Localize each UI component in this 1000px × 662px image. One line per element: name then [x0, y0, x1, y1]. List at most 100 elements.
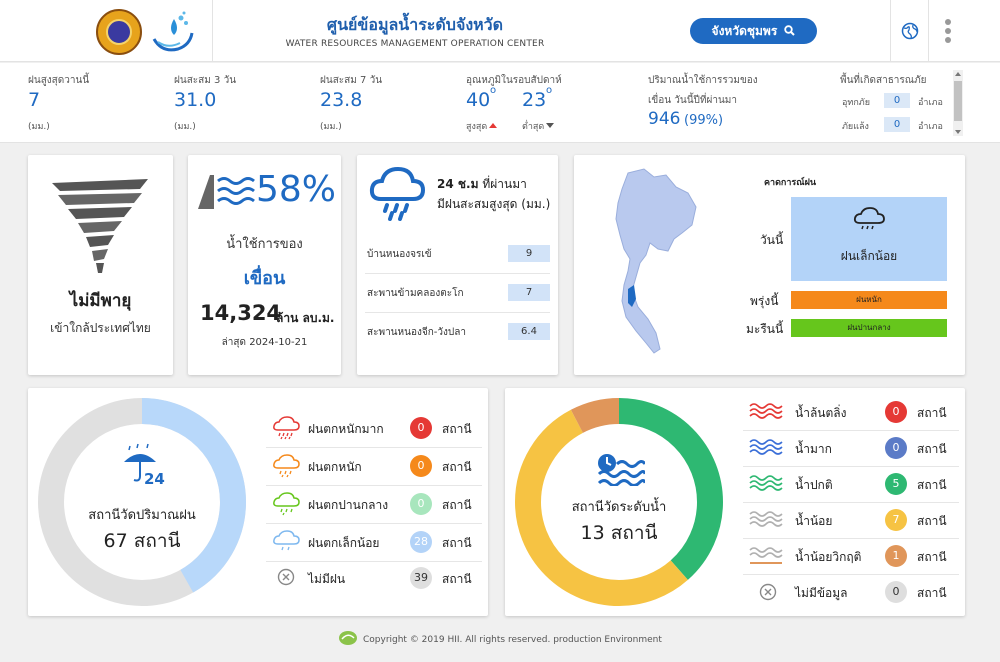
stats-scrollbar[interactable] — [953, 70, 963, 136]
water-station-center-label: สถานีวัดระดับน้ำ — [571, 500, 667, 515]
legend-label: ฝนตกหนัก — [308, 460, 362, 474]
rain-station-name: สะพานหนองจีก-วังปลา — [367, 327, 466, 338]
language-globe-button[interactable] — [890, 0, 928, 62]
legend-label: น้ำมาก — [795, 442, 832, 456]
legend-unit: สถานี — [917, 586, 947, 600]
legend-label: ไม่มีข้อมูล — [795, 586, 848, 600]
rain-24h-title2: มีฝนสะสมสูงสุด (มม.) — [437, 197, 551, 211]
province-search-button[interactable]: จังหวัดชุมพร — [690, 18, 817, 44]
legend-unit: สถานี — [917, 550, 947, 564]
dam-wave-icon — [198, 175, 255, 209]
legend-label: น้ำปกติ — [795, 478, 833, 492]
more-menu-button[interactable] — [928, 0, 968, 62]
rain-yesterday-unit: (มม.) — [28, 122, 50, 132]
water-station-center-value: 13 สถานี — [580, 522, 658, 544]
storm-status: ไม่มีพายุ — [69, 291, 132, 311]
legend-label: ฝนตกหนักมาก — [308, 422, 384, 436]
legend-count: 1 — [885, 545, 907, 567]
dam-line2: เขื่อน — [243, 268, 286, 289]
page-title: ศูนย์ข้อมูลน้ำระดับจังหวัด — [326, 15, 504, 34]
header: ศูนย์ข้อมูลน้ำระดับจังหวัด WATER RESOURC… — [0, 0, 1000, 62]
rain-24h-title: 24 ช.ม ที่ผ่านมา — [437, 177, 527, 191]
light-rain-icon — [273, 530, 300, 551]
search-icon — [784, 25, 796, 36]
legend-count: 5 — [885, 473, 907, 495]
dam-volume-label1: ปริมาณน้ำใช้การรวมของ — [648, 75, 758, 86]
forecast-title: คาดการณ์ฝน — [764, 178, 817, 188]
globe-icon — [901, 22, 919, 40]
rain-station-card: 24 สถานีวัดปริมาณฝน 67 สถานี ฝนตกหนักมาก… — [28, 388, 488, 616]
forecast-today-box: ฝนเล็กน้อย — [791, 197, 947, 281]
temp-min-label: ต่ำสุด — [522, 119, 555, 133]
legend-unit: สถานี — [917, 514, 947, 528]
legend-count: 0 — [885, 437, 907, 459]
legend-count: 0 — [410, 455, 432, 477]
normal-wave-icon — [749, 475, 783, 491]
dam-volume-percent: (99%) — [684, 113, 724, 128]
footer-text: Copyright © 2019 HII. All rights reserve… — [362, 635, 662, 645]
storm-card: ไม่มีพายุ เข้าใกล้ประเทศไทย — [28, 155, 173, 375]
dam-volume-label2: เขื่อน วันนี้ปีที่ผ่านมา — [648, 95, 738, 106]
forecast-after-value: ฝนปานกลาง — [791, 319, 947, 337]
legend-unit: สถานี — [917, 478, 947, 492]
rain-icon — [273, 454, 300, 478]
cloud-rain-icon — [853, 207, 885, 230]
legend-unit: สถานี — [442, 498, 472, 512]
rain-24h-card: 24 ช.ม ที่ผ่านมา มีฝนสะสมสูงสุด (มม.) บ้… — [357, 155, 558, 375]
rain-station-center-value: 67 สถานี — [103, 530, 181, 552]
footer: Copyright © 2019 HII. All rights reserve… — [0, 630, 1000, 646]
rain-station-donut[interactable] — [36, 396, 248, 608]
cloud-rain-icon — [369, 166, 425, 221]
dam-volume-value: 946 — [648, 109, 681, 129]
rain-station-value: 7 — [508, 284, 550, 301]
rain-yesterday-value: 7 — [28, 89, 41, 111]
critical-low-wave-icon — [749, 547, 783, 564]
rain-station-name: บ้านหนองจรเข้ — [367, 249, 432, 260]
legend-unit: สถานี — [442, 536, 472, 550]
dam-updated: ล่าสุด 2024-10-21 — [221, 337, 308, 348]
legend-label: น้ำน้อยวิกฤติ — [795, 550, 862, 564]
legend-count: 0 — [410, 417, 432, 439]
rain-station-name: สะพานข้ามคลองตะโก — [367, 288, 464, 299]
heavy-rain-icon — [273, 416, 300, 440]
dam-amount: 14,324 — [200, 301, 282, 325]
overflow-wave-icon — [749, 403, 783, 419]
rain-3d-value: 31.0 — [174, 89, 217, 111]
temp-max-degree: o — [490, 85, 497, 96]
forecast-tomorrow-label: พรุ่งนี้ — [750, 294, 779, 308]
legend-label: ฝนตกเล็กน้อย — [308, 536, 380, 550]
water-center-logo — [148, 9, 194, 55]
province-seal-logo — [96, 9, 142, 55]
legend-unit: สถานี — [917, 406, 947, 420]
water-level-clock-icon — [597, 454, 645, 486]
legend-label: ไม่มีฝน — [308, 572, 346, 586]
legend-unit: สถานี — [442, 460, 472, 474]
legend-count: 28 — [410, 531, 432, 553]
legend-count: 7 — [885, 509, 907, 531]
legend-label: น้ำน้อย — [795, 514, 833, 528]
flood-label: อุทกภัย — [842, 98, 870, 108]
no-data-icon — [759, 583, 777, 601]
rain-7d-label: ฝนสะสม 7 วัน — [320, 75, 383, 86]
forecast-after-label: มะรืนนี้ — [746, 322, 784, 336]
rain-7d-value: 23.8 — [320, 89, 363, 111]
dam-amount-unit: ล้าน ลบ.ม. — [276, 311, 335, 325]
legend-unit: สถานี — [442, 422, 472, 436]
rain-3d-label: ฝนสะสม 3 วัน — [174, 75, 237, 86]
stats-bar: ฝนสูงสุดวานนี้ 7 (มม.) ฝนสะสม 3 วัน 31.0… — [0, 63, 1000, 143]
low-wave-icon — [749, 511, 783, 527]
svg-text:24: 24 — [144, 470, 165, 486]
dam-percent: 58% — [256, 169, 337, 210]
disaster-label: พื้นที่เกิดสาธารณภัย — [840, 75, 927, 86]
dam-line1: น้ำใช้การของ — [226, 237, 303, 252]
province-button-label: จังหวัดชุมพร — [711, 24, 778, 38]
rain-yesterday-label: ฝนสูงสุดวานนี้ — [28, 75, 90, 86]
drought-label: ภัยแล้ง — [842, 122, 869, 132]
temp-min-degree: o — [546, 85, 553, 96]
rain-station-center-label: สถานีวัดปริมาณฝน — [88, 508, 196, 523]
arrow-up-icon — [489, 123, 498, 128]
rain-station-value: 9 — [508, 245, 550, 262]
thailand-map[interactable] — [610, 167, 700, 357]
flood-count: 0 — [884, 93, 910, 108]
legend-unit: สถานี — [442, 572, 472, 586]
